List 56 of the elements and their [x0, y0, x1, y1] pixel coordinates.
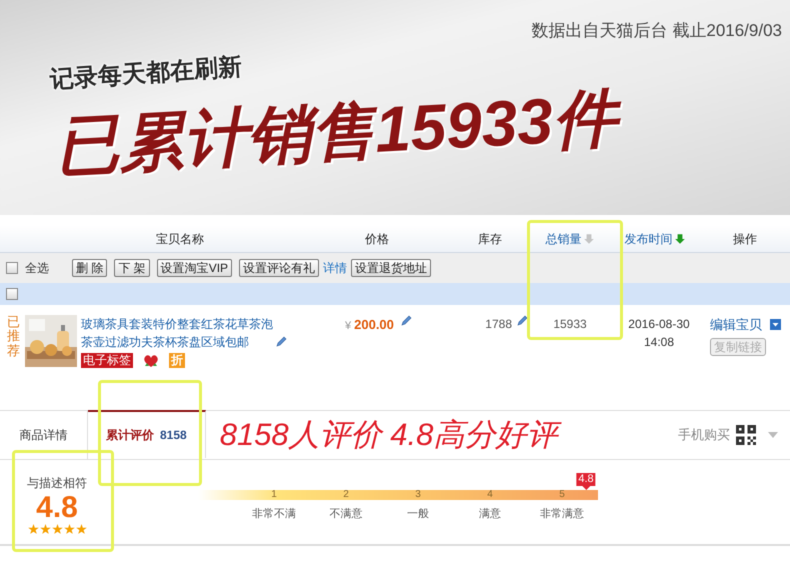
star-icon: [76, 524, 86, 535]
action-button[interactable]: 设置淘宝VIP: [156, 259, 232, 277]
star-icon: [64, 524, 74, 535]
star-icon: [28, 524, 38, 535]
rating-score: 4.8: [36, 492, 78, 524]
promo-text: 8158人评价 4.8高分好评: [220, 412, 678, 458]
dropdown-icon[interactable]: [770, 319, 781, 330]
qr-code-icon[interactable]: [736, 425, 756, 445]
sort-header[interactable]: 发布时间: [624, 230, 686, 248]
pointer-icon: [582, 486, 590, 490]
stock-value: 1788: [485, 316, 512, 333]
publish-date: 2016-08-30: [628, 316, 690, 333]
scale-number: 3: [414, 490, 422, 500]
scale-label: 一般: [406, 507, 430, 522]
tab[interactable]: 累计评价 8158: [88, 410, 206, 458]
scale-number: 1: [270, 490, 278, 500]
edit-item-link[interactable]: 编辑宝贝: [710, 315, 762, 334]
scale-label: 非常不满: [251, 507, 297, 522]
heart-icon: [143, 354, 159, 368]
tagline: 记录每天都在刷新: [48, 52, 244, 96]
action-button[interactable]: 删 除: [72, 259, 108, 277]
pencil-icon[interactable]: [516, 315, 528, 327]
score-marker: 4.8: [576, 473, 596, 486]
scale-label: 不满意: [328, 507, 364, 522]
scale-label: 非常满意: [539, 507, 585, 522]
scale-number: 2: [342, 490, 350, 500]
rating-label: 与描述相符: [27, 475, 87, 492]
discount-badge: 折: [169, 353, 185, 368]
column-header: 库存: [478, 230, 502, 248]
column-header: 操作: [733, 230, 757, 248]
e-tag-badge: 电子标签: [81, 353, 133, 368]
pencil-icon[interactable]: [275, 336, 287, 348]
recommend-label: 已推荐: [6, 315, 20, 360]
star-icon: [40, 524, 50, 535]
currency-symbol: ¥: [345, 319, 352, 334]
mobile-buy-label: 手机购买: [678, 426, 730, 444]
action-button[interactable]: 设置评论有礼: [239, 259, 320, 277]
product-title-link[interactable]: 玻璃茶具套装特价整套红茶花草茶泡茶壶过滤功夫茶杯茶盘区域包邮: [81, 315, 275, 351]
select-all-label: 全选: [25, 260, 49, 277]
column-header: 价格: [365, 230, 389, 248]
column-header: 宝贝名称: [156, 230, 204, 248]
sales-value: 15933: [553, 316, 587, 333]
source-note: 数据出自天猫后台 截止2016/9/03: [532, 20, 783, 42]
scale-number: 4: [486, 490, 494, 500]
details-link[interactable]: 详情: [323, 259, 348, 277]
checkbox[interactable]: [6, 262, 18, 274]
pencil-icon[interactable]: [400, 315, 412, 327]
scale-label: 满意: [478, 507, 502, 522]
star-icon: [52, 524, 62, 535]
sort-header[interactable]: 总销量: [546, 230, 594, 248]
scale-number: 5: [558, 490, 566, 500]
checkbox[interactable]: [6, 288, 18, 300]
action-button[interactable]: 下 架: [114, 259, 150, 277]
publish-time: 14:08: [644, 334, 674, 351]
price-value: 200.00: [354, 316, 394, 334]
action-button[interactable]: 设置退货地址: [351, 259, 432, 277]
